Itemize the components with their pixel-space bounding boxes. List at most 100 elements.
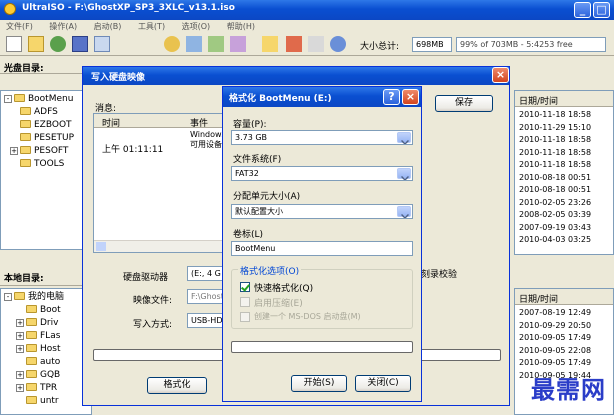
start-button[interactable]: 开始(S) (291, 375, 347, 392)
chevron-down-icon[interactable] (397, 206, 411, 217)
date-cell: 2008-02-05 03:39 (519, 210, 592, 219)
save-log-button[interactable]: 保存 (435, 95, 493, 112)
info-icon[interactable] (330, 36, 346, 52)
close-button[interactable]: 关闭(C) (355, 375, 411, 392)
tree-item[interactable]: untr (4, 395, 88, 408)
globe-icon[interactable] (50, 36, 66, 52)
format-dialog-close-x-button[interactable]: × (402, 89, 419, 105)
drive-select[interactable]: (E:, 4 G (187, 266, 225, 281)
write-dialog-close-button[interactable]: × (492, 67, 509, 83)
folder-icon (26, 357, 37, 365)
delete-icon[interactable] (286, 36, 302, 52)
tree-item[interactable]: EZBOOT (4, 119, 88, 132)
format-options-group: 格式化选项(O) 快速格式化(Q) 启用压缩(E) 创建一个 MS-DOS 启动… (231, 264, 413, 329)
burn-icon[interactable] (164, 36, 180, 52)
tree-item[interactable]: + PESOFT (4, 145, 88, 158)
compress-checkbox[interactable] (240, 297, 250, 307)
log-row-event: Windows 可用设备 (190, 130, 226, 149)
help-button[interactable]: ? (383, 89, 400, 105)
menu-help[interactable]: 帮助(H) (227, 22, 255, 31)
tree-item[interactable]: + TPR (4, 382, 88, 395)
properties-icon[interactable] (94, 36, 110, 52)
allocation-size-select[interactable]: 默认配置大小 (231, 204, 413, 219)
folder-icon (20, 107, 31, 115)
quick-format-label: 快速格式化(Q) (254, 284, 314, 294)
folder-icon (26, 305, 37, 313)
log-row-time: 上午 01:11:11 (102, 145, 164, 155)
date-cell: 2010-08-18 00:51 (519, 185, 592, 194)
date-cell: 2007-09-19 03:43 (519, 222, 592, 232)
format-button[interactable]: 格式化 (147, 377, 207, 394)
folder-icon (14, 94, 25, 102)
compress-icon[interactable] (230, 36, 246, 52)
file-system-select[interactable]: FAT32 (231, 166, 413, 181)
tree-item[interactable]: TOOLS (4, 158, 88, 171)
maximize-button[interactable]: □ (593, 2, 610, 18)
open-icon[interactable] (28, 36, 44, 52)
tree-item[interactable]: + Host (4, 343, 88, 356)
image-file-label: 映像文件: (133, 296, 173, 306)
date-cell: 2010-11-18 18:58 (519, 147, 592, 157)
write-method-select[interactable]: USB-HDD+ (187, 313, 225, 328)
add-file-icon[interactable] (262, 36, 278, 52)
quick-format-checkbox[interactable] (240, 282, 250, 292)
extract-icon[interactable] (208, 36, 224, 52)
tree-item[interactable]: ADFS (4, 106, 88, 119)
new-icon[interactable] (6, 36, 22, 52)
log-col-event: 事件 (190, 119, 209, 129)
tree-item[interactable]: + GQB (4, 369, 88, 382)
chevron-down-icon[interactable] (397, 132, 411, 143)
scroll-left-arrow-icon[interactable] (96, 242, 106, 251)
date-cell: 2010-11-18 18:58 (519, 160, 592, 169)
date-cell: 2010-08-18 00:51 (519, 172, 592, 182)
capacity-select[interactable]: 3.73 GB (231, 130, 413, 145)
folder-icon (26, 318, 37, 326)
folder-icon (26, 396, 37, 404)
tree-item-root[interactable]: - BootMenu (4, 93, 88, 106)
msdos-checkbox[interactable] (240, 312, 250, 322)
menu-file[interactable]: 文件(F) (6, 22, 33, 31)
menu-actions[interactable]: 操作(A) (49, 22, 77, 31)
write-method-label: 写入方式: (133, 320, 173, 330)
tree-item-root[interactable]: - 我的电脑 (4, 291, 88, 304)
tree-item[interactable]: + Driv (4, 317, 88, 330)
write-dialog-title: 写入硬盘映像 (91, 73, 146, 83)
disc-directory-tree[interactable]: - BootMenu ADFS EZBOOT PESETUP + PESOFT TO… (0, 90, 92, 250)
folder-icon (26, 331, 37, 339)
file-system-label: 文件系统(F) (233, 155, 282, 165)
menu-bootable[interactable]: 启动(B) (94, 22, 122, 31)
mount-icon[interactable] (186, 36, 202, 52)
watermark-text: 最需网 (531, 375, 606, 404)
upper-file-list[interactable]: 日期/时间 2010-11-18 18:58 2010-11-29 15:10 … (514, 90, 614, 255)
tree-item[interactable]: + FLas (4, 330, 88, 343)
drive-label: 硬盘驱动器 (123, 273, 169, 283)
msdos-label: 创建一个 MS-DOS 启动盘(M) (254, 312, 361, 321)
menu-bar: 文件(F) 操作(A) 启动(B) 工具(T) 选项(O) 帮助(H) (0, 20, 614, 34)
upper-date-header: 日期/时间 (515, 91, 613, 107)
date-cell: 2010-04-03 03:25 (519, 235, 592, 244)
local-directory-tree[interactable]: - 我的电脑 Boot + Driv + FLas + Host auto + GQB +… (0, 288, 92, 415)
format-options-label: 格式化选项(O) (238, 264, 302, 277)
date-cell: 2010-02-05 23:26 (519, 197, 592, 207)
tree-item[interactable]: PESETUP (4, 132, 88, 145)
menu-options[interactable]: 选项(O) (182, 22, 211, 31)
lower-date-header: 日期/时间 (515, 289, 613, 305)
lower-date-header-label: 日期/时间 (519, 295, 559, 305)
disc-directory-label: 光盘目录: (4, 64, 44, 74)
main-window-title: UltraISO - F:\GhostXP_SP3_3XLC_v13.1.iso (22, 3, 235, 13)
tree-item[interactable]: auto (4, 356, 88, 369)
date-cell: 2010-11-29 15:10 (519, 122, 592, 132)
rename-icon[interactable] (308, 36, 324, 52)
chevron-down-icon[interactable] (397, 168, 411, 179)
volume-label-input[interactable]: BootMenu (231, 241, 413, 256)
folder-icon (20, 146, 31, 154)
menu-tools[interactable]: 工具(T) (138, 22, 165, 31)
capacity-label: 容量(P): (233, 120, 267, 130)
folder-icon (26, 344, 37, 352)
image-file-input[interactable]: F:\GhostX (187, 289, 225, 304)
log-col-time: 时间 (102, 119, 121, 129)
format-progress-bar (231, 341, 413, 353)
save-icon[interactable] (72, 36, 88, 52)
tree-item[interactable]: Boot (4, 304, 88, 317)
minimize-button[interactable]: _ (574, 2, 591, 18)
